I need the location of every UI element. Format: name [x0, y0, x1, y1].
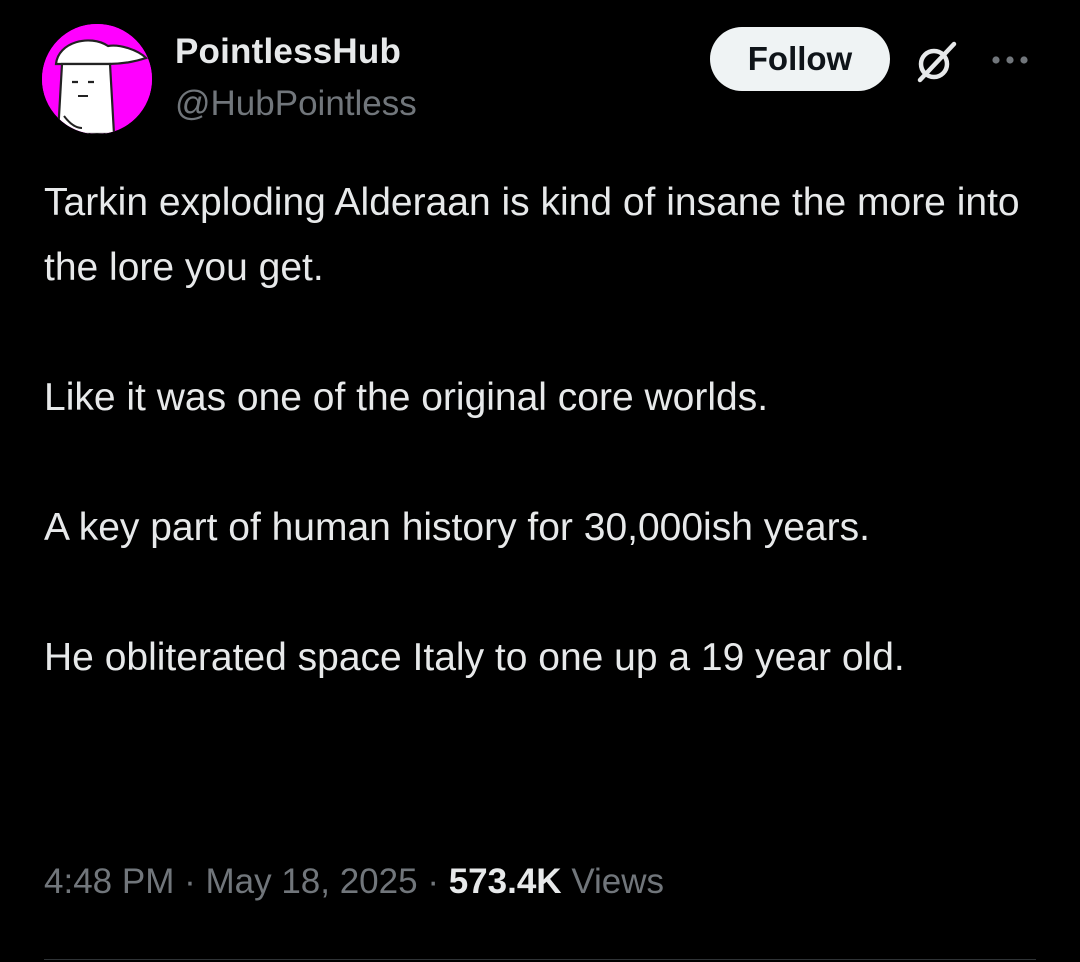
views-count: 573.4K	[448, 862, 562, 901]
grok-icon-glyph	[917, 41, 957, 83]
tweet-text: Tarkin exploding Alderaan is kind of ins…	[44, 170, 1044, 690]
meta-separator: ·	[427, 862, 439, 901]
tweet-paragraph: Tarkin exploding Alderaan is kind of ins…	[44, 181, 1020, 289]
views-label: Views	[571, 862, 665, 901]
meta-separator: ·	[184, 862, 196, 901]
avatar-image	[42, 24, 152, 134]
author-handle[interactable]: @HubPointless	[175, 84, 417, 124]
tweet: PointlessHub @HubPointless Follow Tarkin…	[0, 0, 1080, 962]
tweet-time[interactable]: 4:48 PM	[44, 862, 174, 901]
tweet-paragraph: Like it was one of the original core wor…	[44, 376, 769, 419]
tweet-paragraph: He obliterated space Italy to one up a 1…	[44, 636, 905, 679]
follow-button[interactable]: Follow	[710, 27, 890, 91]
avatar[interactable]	[42, 24, 152, 134]
author-display-name[interactable]: PointlessHub	[175, 32, 401, 72]
tweet-meta: 4:48 PM · May 18, 2025 · 573.4K Views	[44, 862, 664, 902]
more-dots-glyph	[992, 56, 1028, 64]
divider	[44, 959, 1036, 960]
grok-icon[interactable]	[912, 38, 960, 86]
tweet-paragraph: A key part of human history for 30,000is…	[44, 506, 870, 549]
more-horizontal-icon[interactable]	[990, 50, 1030, 70]
tweet-date[interactable]: May 18, 2025	[205, 862, 417, 901]
